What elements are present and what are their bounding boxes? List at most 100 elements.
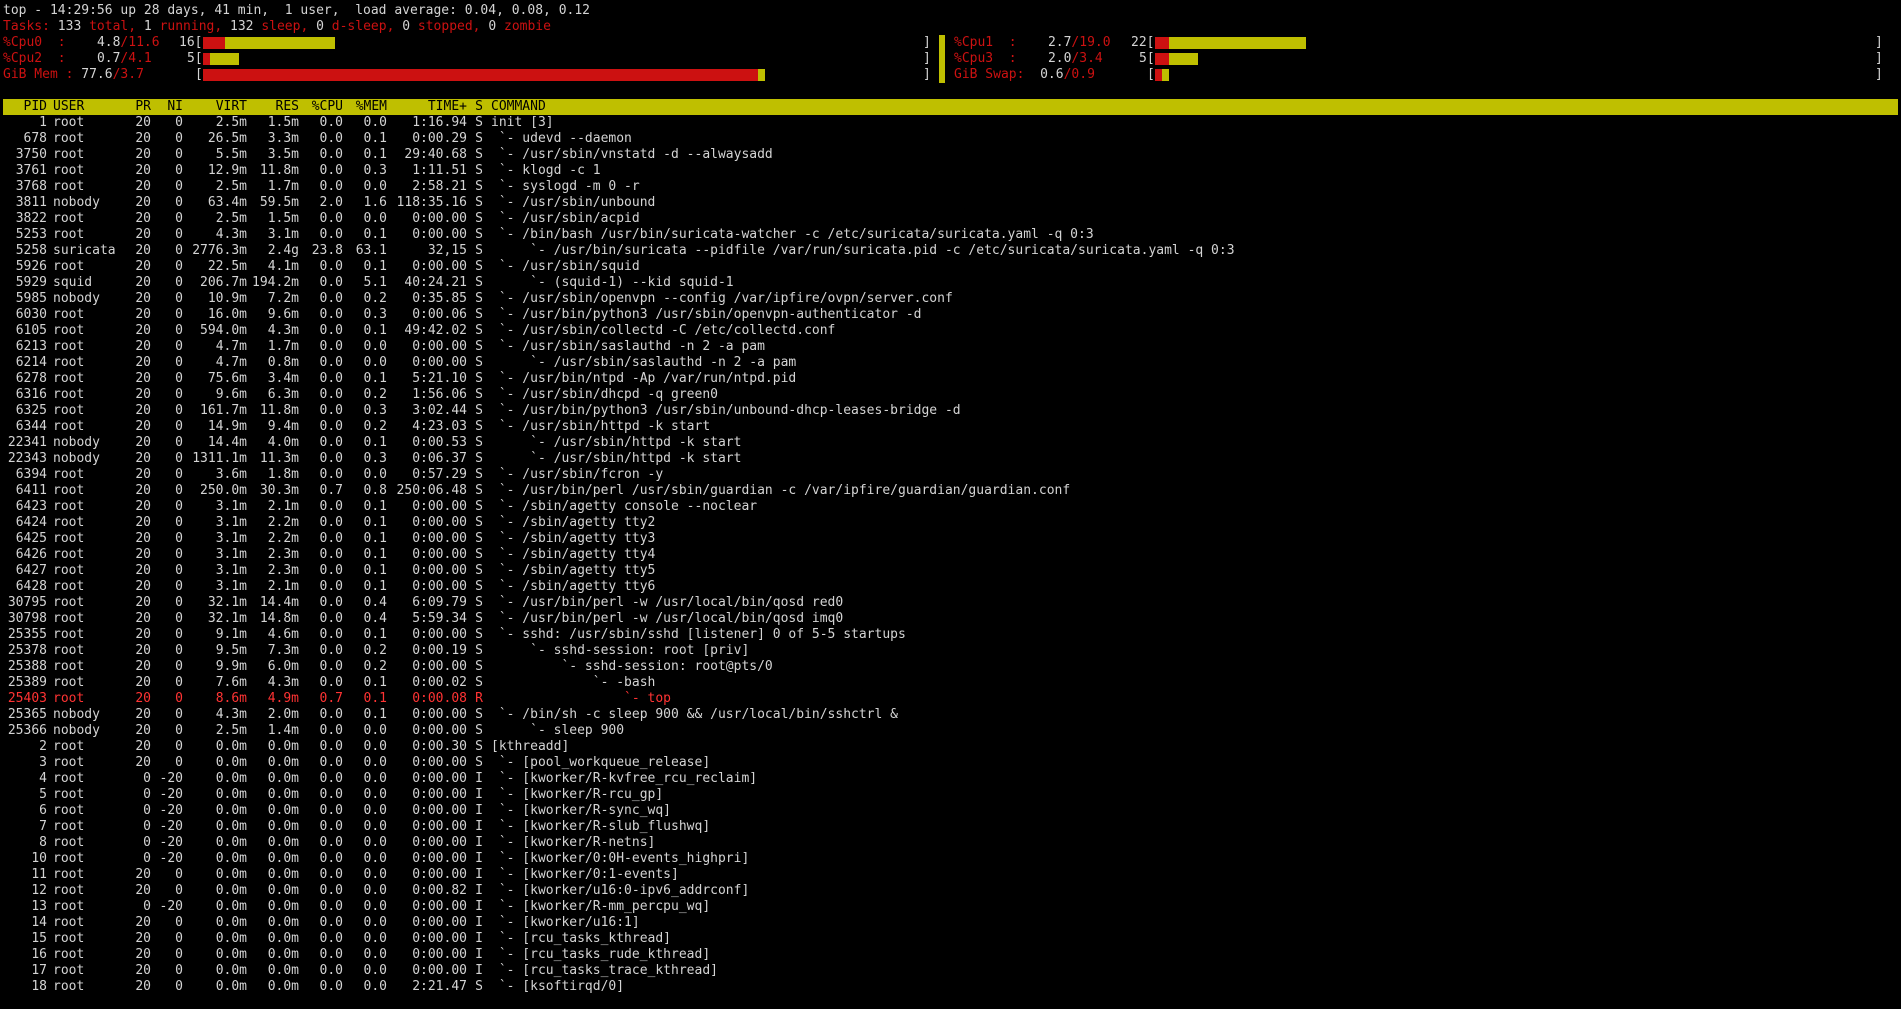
process-row[interactable]: 25388 root 20 0 9.9m 6.0m 0.0 0.2 0:00.00 S `- ss… bbox=[3, 659, 1898, 675]
process-cpu-time: 0:00.00 bbox=[412, 899, 467, 914]
column-header-cpu[interactable]: %CPU bbox=[299, 99, 343, 115]
process-row[interactable]: 3811 nobody 20 0 63.4m 59.5m 2.0 1.6 118:35.16 S … bbox=[3, 195, 1898, 211]
process-table-header[interactable]: PID USER PR NI VIRT RES %CPU %MEM TIME+ S COMMAND bbox=[3, 99, 1898, 115]
process-row[interactable]: 6426 root 20 0 3.1m 2.3m 0.0 0.1 0:00.00 S `- /sb… bbox=[3, 547, 1898, 563]
process-row[interactable]: 25366 nobody 20 0 2.5m 1.4m 0.0 0.0 0:00.00 S `- … bbox=[3, 723, 1898, 739]
process-row[interactable]: 6316 root 20 0 9.6m 6.3m 0.0 0.2 1:56.06 S `- /us… bbox=[3, 387, 1898, 403]
process-row[interactable]: 5929 squid 20 0 206.7m 194.2m 0.0 5.1 40:24.21 S … bbox=[3, 275, 1898, 291]
process-res: 11.8m bbox=[259, 163, 299, 178]
process-row[interactable]: 3822 root 20 0 2.5m 1.5m 0.0 0.0 0:00.00 S `- /us… bbox=[3, 211, 1898, 227]
process-pid: 6316 bbox=[15, 387, 47, 402]
process-row[interactable]: 5258 suricata 20 0 2776.3m 2.4g 23.8 63.1 32,15 S… bbox=[3, 243, 1898, 259]
process-row[interactable]: 25378 root 20 0 9.5m 7.3m 0.0 0.2 0:00.19 S `- ss… bbox=[3, 643, 1898, 659]
process-mem-percent: 0.0 bbox=[363, 867, 387, 882]
process-row[interactable]: 10 root 0 -20 0.0m 0.0m 0.0 0.0 0:00.00 I `- [kwo… bbox=[3, 851, 1898, 867]
process-row[interactable]: 13 root 0 -20 0.0m 0.0m 0.0 0.0 0:00.00 I `- [kwo… bbox=[3, 899, 1898, 915]
column-header-ni[interactable]: NI bbox=[151, 99, 183, 115]
process-row[interactable]: 25403 root 20 0 8.6m 4.9m 0.7 0.1 0:00.08 R `- to… bbox=[3, 691, 1898, 707]
process-row[interactable]: 6428 root 20 0 3.1m 2.1m 0.0 0.1 0:00.00 S `- /sb… bbox=[3, 579, 1898, 595]
process-mem-percent: 0.3 bbox=[363, 451, 387, 466]
process-row[interactable]: 17 root 20 0 0.0m 0.0m 0.0 0.0 0:00.00 I `- [rcu_… bbox=[3, 963, 1898, 979]
process-row[interactable]: 5253 root 20 0 4.3m 3.1m 0.0 0.1 0:00.00 S `- /bi… bbox=[3, 227, 1898, 243]
process-row[interactable]: 3750 root 20 0 5.5m 3.5m 0.0 0.1 29:40.68 S `- /u… bbox=[3, 147, 1898, 163]
process-priority: 20 bbox=[135, 547, 151, 562]
process-row[interactable]: 2 root 20 0 0.0m 0.0m 0.0 0.0 0:00.30 S [kthreadd] bbox=[3, 739, 1898, 755]
process-nice: -20 bbox=[159, 851, 183, 866]
process-nice: 0 bbox=[175, 291, 183, 306]
column-header-res[interactable]: RES bbox=[247, 99, 299, 115]
process-command: `- /bin/sh -c sleep 900 && /usr/local/bi… bbox=[491, 707, 898, 722]
process-row[interactable]: 6344 root 20 0 14.9m 9.4m 0.0 0.2 4:23.03 S `- /u… bbox=[3, 419, 1898, 435]
column-header-time[interactable]: TIME+ bbox=[387, 99, 467, 115]
process-row[interactable]: 25355 root 20 0 9.1m 4.6m 0.0 0.1 0:00.00 S `- ss… bbox=[3, 627, 1898, 643]
process-virt: 9.6m bbox=[215, 387, 247, 402]
process-nice: 0 bbox=[175, 339, 183, 354]
process-row[interactable]: 678 root 20 0 26.5m 3.3m 0.0 0.1 0:00.29 S `- ude… bbox=[3, 131, 1898, 147]
process-row[interactable]: 6213 root 20 0 4.7m 1.7m 0.0 0.0 0:00.00 S `- /us… bbox=[3, 339, 1898, 355]
column-header-pr[interactable]: PR bbox=[123, 99, 151, 115]
process-row[interactable]: 6105 root 20 0 594.0m 4.3m 0.0 0.1 49:42.02 S `- … bbox=[3, 323, 1898, 339]
process-row[interactable]: 14 root 20 0 0.0m 0.0m 0.0 0.0 0:00.00 I `- [kwor… bbox=[3, 915, 1898, 931]
process-row[interactable]: 30798 root 20 0 32.1m 14.8m 0.0 0.4 5:59.34 S `- … bbox=[3, 611, 1898, 627]
process-row[interactable]: 3761 root 20 0 12.9m 11.8m 0.0 0.3 1:11.51 S `- k… bbox=[3, 163, 1898, 179]
process-row[interactable]: 6030 root 20 0 16.0m 9.6m 0.0 0.3 0:00.06 S `- /u… bbox=[3, 307, 1898, 323]
process-row[interactable]: 3 root 20 0 0.0m 0.0m 0.0 0.0 0:00.00 S `- [pool_… bbox=[3, 755, 1898, 771]
terminal-window[interactable]: top - 14:29:56 up 28 days, 41 min, 1 use… bbox=[3, 3, 1898, 995]
bar-segment-user bbox=[1155, 69, 1162, 81]
process-row[interactable]: 25365 nobody 20 0 4.3m 2.0m 0.0 0.1 0:00.00 S `- … bbox=[3, 707, 1898, 723]
process-res: 1.4m bbox=[267, 723, 299, 738]
process-row[interactable]: 22343 nobody 20 0 1311.1m 11.3m 0.0 0.3 0:06.37 S… bbox=[3, 451, 1898, 467]
process-state: S bbox=[475, 243, 483, 258]
column-header-user[interactable]: USER bbox=[47, 99, 123, 115]
column-header-command[interactable]: COMMAND bbox=[483, 99, 546, 115]
process-row[interactable]: 7 root 0 -20 0.0m 0.0m 0.0 0.0 0:00.00 I `- [kwor… bbox=[3, 819, 1898, 835]
bar-segment-system bbox=[1162, 69, 1169, 81]
process-command: `- [ksoftirqd/0] bbox=[491, 979, 625, 994]
process-row[interactable]: 3768 root 20 0 2.5m 1.7m 0.0 0.0 2:58.21 S `- sys… bbox=[3, 179, 1898, 195]
process-nice: 0 bbox=[175, 227, 183, 242]
process-row[interactable]: 6325 root 20 0 161.7m 11.8m 0.0 0.3 3:02.44 S `- … bbox=[3, 403, 1898, 419]
process-cpu-percent: 0.0 bbox=[319, 515, 343, 530]
process-row[interactable]: 6278 root 20 0 75.6m 3.4m 0.0 0.1 5:21.10 S `- /u… bbox=[3, 371, 1898, 387]
process-row[interactable]: 16 root 20 0 0.0m 0.0m 0.0 0.0 0:00.00 I `- [rcu_… bbox=[3, 947, 1898, 963]
process-row[interactable]: 11 root 20 0 0.0m 0.0m 0.0 0.0 0:00.00 I `- [kwor… bbox=[3, 867, 1898, 883]
process-row[interactable]: 5985 nobody 20 0 10.9m 7.2m 0.0 0.2 0:35.85 S `- … bbox=[3, 291, 1898, 307]
process-row[interactable]: 6411 root 20 0 250.0m 30.3m 0.7 0.8 250:06.48 S `… bbox=[3, 483, 1898, 499]
process-pid: 25366 bbox=[7, 723, 47, 738]
process-mem-percent: 0.0 bbox=[363, 723, 387, 738]
process-cpu-time: 0:00.00 bbox=[412, 787, 467, 802]
process-res: 3.4m bbox=[267, 371, 299, 386]
process-row[interactable]: 4 root 0 -20 0.0m 0.0m 0.0 0.0 0:00.00 I `- [kwor… bbox=[3, 771, 1898, 787]
process-row[interactable]: 5926 root 20 0 22.5m 4.1m 0.0 0.1 0:00.00 S `- /u… bbox=[3, 259, 1898, 275]
process-row[interactable]: 1 root 20 0 2.5m 1.5m 0.0 0.0 1:16.94 Sinit [3] bbox=[3, 115, 1898, 131]
bar-segment-user bbox=[203, 37, 225, 49]
column-header-mem[interactable]: %MEM bbox=[343, 99, 387, 115]
process-cpu-percent: 0.0 bbox=[319, 371, 343, 386]
process-row[interactable]: 18 root 20 0 0.0m 0.0m 0.0 0.0 2:21.47 S `- [ksof… bbox=[3, 979, 1898, 995]
process-row[interactable]: 8 root 0 -20 0.0m 0.0m 0.0 0.0 0:00.00 I `- [kwor… bbox=[3, 835, 1898, 851]
process-mem-percent: 0.1 bbox=[363, 515, 387, 530]
process-row[interactable]: 6214 root 20 0 4.7m 0.8m 0.0 0.0 0:00.00 S `- /us… bbox=[3, 355, 1898, 371]
process-state: S bbox=[475, 259, 483, 274]
process-row[interactable]: 12 root 20 0 0.0m 0.0m 0.0 0.0 0:00.82 I `- [kwor… bbox=[3, 883, 1898, 899]
process-row[interactable]: 15 root 20 0 0.0m 0.0m 0.0 0.0 0:00.00 I `- [rcu_… bbox=[3, 931, 1898, 947]
process-row[interactable]: 30795 root 20 0 32.1m 14.4m 0.0 0.4 6:09.79 S `- … bbox=[3, 595, 1898, 611]
process-virt: 5.5m bbox=[215, 147, 247, 162]
process-res: 0.0m bbox=[267, 771, 299, 786]
column-header-virt[interactable]: VIRT bbox=[183, 99, 247, 115]
process-row[interactable]: 6427 root 20 0 3.1m 2.3m 0.0 0.1 0:00.00 S `- /sb… bbox=[3, 563, 1898, 579]
process-virt: 0.0m bbox=[215, 851, 247, 866]
process-priority: 20 bbox=[135, 739, 151, 754]
process-list[interactable]: 1 root 20 0 2.5m 1.5m 0.0 0.0 1:16.94 Sinit [3] 67… bbox=[3, 115, 1898, 995]
column-header-state[interactable]: S bbox=[467, 99, 483, 115]
process-row[interactable]: 6 root 0 -20 0.0m 0.0m 0.0 0.0 0:00.00 I `- [kwor… bbox=[3, 803, 1898, 819]
process-res: 0.0m bbox=[267, 803, 299, 818]
process-row[interactable]: 6424 root 20 0 3.1m 2.2m 0.0 0.1 0:00.00 S `- /sb… bbox=[3, 515, 1898, 531]
process-row[interactable]: 5 root 0 -20 0.0m 0.0m 0.0 0.0 0:00.00 I `- [kwor… bbox=[3, 787, 1898, 803]
process-nice: 0 bbox=[175, 579, 183, 594]
process-row[interactable]: 6394 root 20 0 3.6m 1.8m 0.0 0.0 0:57.29 S `- /us… bbox=[3, 467, 1898, 483]
process-row[interactable]: 25389 root 20 0 7.6m 4.3m 0.0 0.1 0:00.02 S `- -b… bbox=[3, 675, 1898, 691]
process-row[interactable]: 6425 root 20 0 3.1m 2.2m 0.0 0.1 0:00.00 S `- /sb… bbox=[3, 531, 1898, 547]
process-row[interactable]: 22341 nobody 20 0 14.4m 4.0m 0.0 0.1 0:00.53 S `-… bbox=[3, 435, 1898, 451]
process-row[interactable]: 6423 root 20 0 3.1m 2.1m 0.0 0.1 0:00.00 S `- /sb… bbox=[3, 499, 1898, 515]
